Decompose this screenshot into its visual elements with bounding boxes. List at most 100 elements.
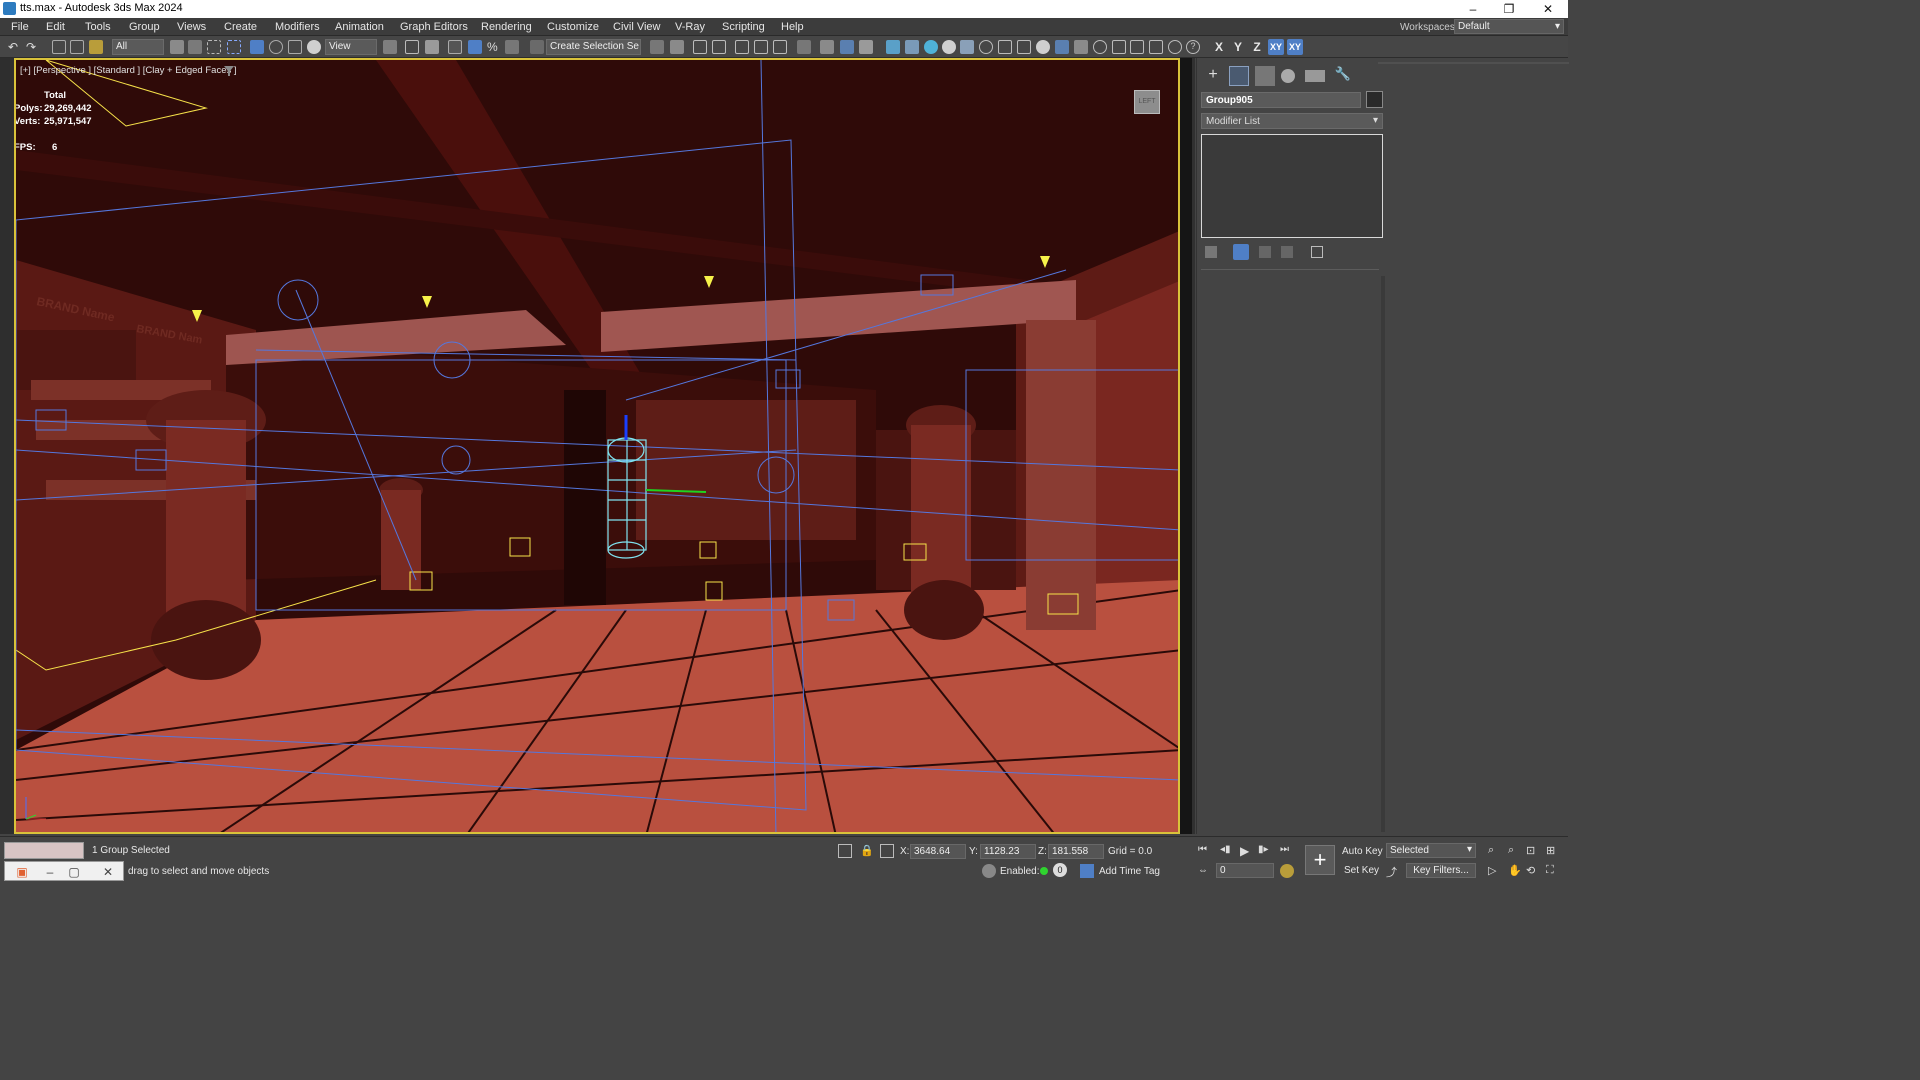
maximize-viewport-icon[interactable]: ⛶ bbox=[1546, 864, 1560, 878]
menu-tools[interactable]: Tools bbox=[85, 21, 111, 33]
select-object-icon[interactable] bbox=[170, 40, 184, 54]
vray-frame-buffer-icon[interactable] bbox=[1055, 40, 1069, 54]
enabled-count[interactable]: 0 bbox=[1053, 863, 1067, 877]
select-and-move-icon[interactable] bbox=[250, 40, 264, 54]
menu-group[interactable]: Group bbox=[129, 21, 160, 33]
vray-sphere-icon[interactable] bbox=[1017, 40, 1031, 54]
time-configuration-icon[interactable] bbox=[1280, 864, 1294, 878]
select-manipulate-icon[interactable] bbox=[405, 40, 419, 54]
set-key-button[interactable]: + bbox=[1305, 845, 1335, 875]
restore-icon[interactable]: ▢ bbox=[65, 864, 83, 880]
current-frame-field[interactable]: 0 bbox=[1216, 863, 1274, 878]
spinner-snap-icon[interactable] bbox=[505, 40, 519, 54]
filter-icon[interactable] bbox=[224, 66, 234, 76]
vray-mesh-export-icon[interactable] bbox=[1074, 40, 1088, 54]
show-end-result-icon[interactable] bbox=[1233, 244, 1249, 260]
axis-y-button[interactable]: Y bbox=[1230, 39, 1246, 55]
keyboard-shortcut-icon[interactable] bbox=[425, 40, 439, 54]
help-icon[interactable]: ? bbox=[1186, 40, 1200, 54]
menu-edit[interactable]: Edit bbox=[46, 21, 65, 33]
motion-tab-icon[interactable] bbox=[1281, 69, 1295, 83]
vray-eye-icon[interactable] bbox=[1168, 40, 1182, 54]
axis-xy-cycle-button[interactable]: XY bbox=[1287, 39, 1303, 55]
menu-scripting[interactable]: Scripting bbox=[722, 21, 765, 33]
configure-sets-icon[interactable] bbox=[1311, 246, 1323, 258]
percent-snap-icon[interactable]: % bbox=[487, 40, 501, 54]
field-of-view-icon[interactable]: ▷ bbox=[1488, 864, 1502, 878]
vray-bulb-icon[interactable] bbox=[1093, 40, 1107, 54]
undo-icon[interactable]: ↶ bbox=[8, 40, 22, 54]
play-icon[interactable]: ▶ bbox=[1240, 844, 1254, 858]
bind-space-warp-icon[interactable] bbox=[89, 40, 103, 54]
render-production-icon[interactable] bbox=[859, 40, 873, 54]
panel-scrollbar[interactable] bbox=[1381, 276, 1385, 832]
menu-animation[interactable]: Animation bbox=[335, 21, 384, 33]
viewport-label[interactable]: [+] [Perspective ] [Standard ] [Clay + E… bbox=[20, 65, 237, 76]
restore-button[interactable]: ❐ bbox=[1499, 1, 1519, 17]
pivot-center-icon[interactable] bbox=[383, 40, 397, 54]
utilities-tab-icon[interactable]: 🔧 bbox=[1333, 66, 1353, 86]
edit-named-selection-icon[interactable] bbox=[530, 40, 544, 54]
reference-coordinate-dropdown[interactable]: View bbox=[325, 39, 377, 55]
menu-civil-view[interactable]: Civil View bbox=[613, 21, 660, 33]
curve-editor-icon[interactable] bbox=[754, 40, 768, 54]
material-editor-icon[interactable] bbox=[797, 40, 811, 54]
redo-icon[interactable]: ↷ bbox=[26, 40, 40, 54]
vray-plane-icon[interactable] bbox=[998, 40, 1012, 54]
app-switch-icon[interactable]: ▣ bbox=[13, 864, 31, 880]
pan-view-icon[interactable]: ✋ bbox=[1508, 864, 1522, 878]
maxscript-listener[interactable] bbox=[4, 842, 84, 859]
key-filters-button[interactable]: Key Filters... bbox=[1406, 863, 1476, 878]
zoom-icon[interactable]: ⌕ bbox=[1488, 844, 1502, 858]
minimize-button[interactable]: – bbox=[1463, 1, 1483, 17]
scene-explorer-icon[interactable] bbox=[693, 40, 707, 54]
zoom-all-icon[interactable]: ⌕ bbox=[1508, 844, 1522, 858]
modifier-list-dropdown[interactable]: Modifier List ▾ bbox=[1201, 113, 1383, 129]
window-crossing-icon[interactable] bbox=[227, 40, 241, 54]
layer-explorer-icon[interactable] bbox=[712, 40, 726, 54]
render-setup-icon[interactable] bbox=[820, 40, 834, 54]
go-to-start-icon[interactable]: ⏮ bbox=[1198, 844, 1212, 858]
select-by-name-icon[interactable] bbox=[188, 40, 202, 54]
add-time-tag[interactable]: Add Time Tag bbox=[1099, 866, 1160, 877]
next-frame-icon[interactable]: ▮▸ bbox=[1258, 844, 1272, 858]
menu-views[interactable]: Views bbox=[177, 21, 206, 33]
viewcube[interactable]: LEFT bbox=[1134, 90, 1160, 114]
time-tag-icon[interactable] bbox=[1080, 864, 1094, 878]
snaps-toggle-icon[interactable] bbox=[448, 40, 462, 54]
menu-file[interactable]: File bbox=[11, 21, 29, 33]
object-color-swatch[interactable] bbox=[1366, 91, 1383, 108]
workspaces-dropdown[interactable]: Default ▾ bbox=[1454, 19, 1564, 34]
hierarchy-tab-icon[interactable] bbox=[1255, 66, 1275, 86]
angle-snap-icon[interactable] bbox=[468, 40, 482, 54]
z-coordinate-field[interactable]: 181.558 bbox=[1048, 844, 1104, 859]
link-icon[interactable] bbox=[52, 40, 66, 54]
vray-ies-icon[interactable] bbox=[942, 40, 956, 54]
close-icon[interactable]: ✕ bbox=[99, 864, 117, 880]
zoom-extents-icon[interactable]: ⊡ bbox=[1526, 844, 1540, 858]
vray-dome-icon[interactable] bbox=[924, 40, 938, 54]
make-unique-icon[interactable] bbox=[1259, 246, 1271, 258]
key-filter-toggle-icon[interactable]: ⤴ bbox=[1386, 864, 1400, 879]
y-coordinate-field[interactable]: 1128.23 bbox=[980, 844, 1036, 859]
set-key-mode-button[interactable]: Set Key bbox=[1344, 865, 1379, 876]
key-selection-dropdown[interactable]: Selected ▾ bbox=[1386, 843, 1476, 858]
menu-modifiers[interactable]: Modifiers bbox=[275, 21, 320, 33]
display-tab-icon[interactable] bbox=[1305, 70, 1325, 82]
pin-stack-icon[interactable] bbox=[1205, 246, 1217, 258]
remove-modifier-icon[interactable] bbox=[1281, 246, 1293, 258]
vray-grid-icon[interactable] bbox=[1149, 40, 1163, 54]
go-to-end-icon[interactable]: ⏭ bbox=[1280, 844, 1294, 858]
place-icon[interactable] bbox=[307, 40, 321, 54]
vray-light-icon[interactable] bbox=[886, 40, 900, 54]
menu-rendering[interactable]: Rendering bbox=[481, 21, 532, 33]
panel-divider[interactable] bbox=[1192, 58, 1195, 834]
menu-create[interactable]: Create bbox=[224, 21, 257, 33]
vray-proxy-icon[interactable] bbox=[960, 40, 974, 54]
axis-z-button[interactable]: Z bbox=[1249, 39, 1265, 55]
previous-frame-icon[interactable]: ◂▮ bbox=[1220, 844, 1234, 858]
ribbon-toggle-icon[interactable] bbox=[735, 40, 749, 54]
minimize-icon[interactable]: – bbox=[41, 864, 59, 880]
rendered-frame-icon[interactable] bbox=[840, 40, 854, 54]
isolate-selection-icon[interactable] bbox=[838, 844, 852, 858]
